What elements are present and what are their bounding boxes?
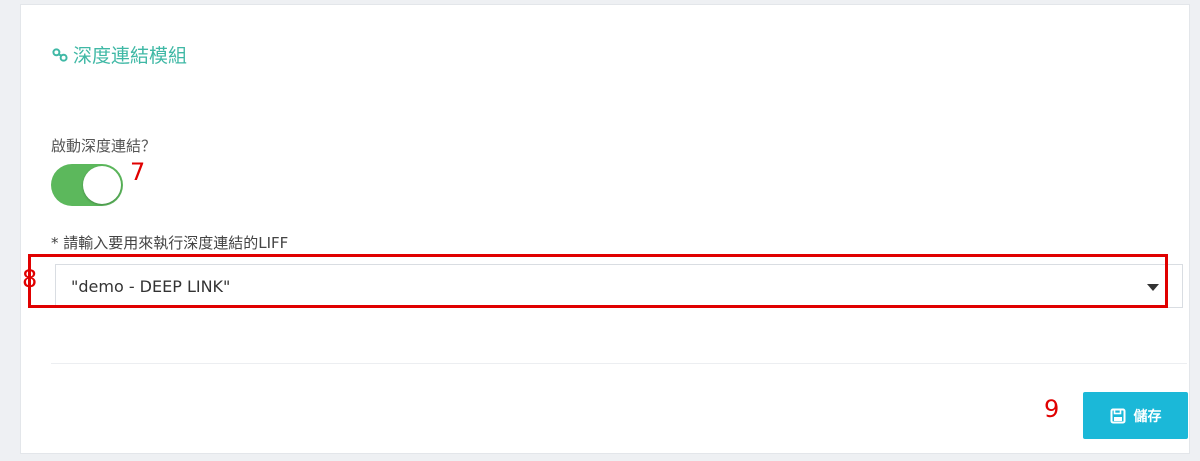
liff-select-label: * 請輸入要用來執行深度連結的LIFF xyxy=(51,234,289,252)
floppy-disk-icon xyxy=(1110,408,1125,423)
annotation-highlight-box xyxy=(28,254,1168,308)
link-icon xyxy=(52,47,68,62)
module-title-text: 深度連結模組 xyxy=(73,45,188,67)
annotation-marker-9: 9 xyxy=(1044,395,1060,423)
annotation-marker-7: 7 xyxy=(130,158,146,186)
enable-deep-link-toggle[interactable] xyxy=(51,164,123,206)
module-title: 深度連結模組 xyxy=(51,41,187,68)
save-button-label: 儲存 xyxy=(1133,407,1162,424)
toggle-knob xyxy=(83,166,121,204)
deep-link-module-card: 深度連結模組 啟動深度連結？ * 請輸入要用來執行深度連結的LIFF "demo… xyxy=(20,4,1190,454)
enable-deep-link-label: 啟動深度連結？ xyxy=(51,137,157,155)
save-button[interactable]: 儲存 xyxy=(1083,392,1188,439)
annotation-marker-8: 8 xyxy=(22,265,38,293)
divider xyxy=(51,363,1187,364)
